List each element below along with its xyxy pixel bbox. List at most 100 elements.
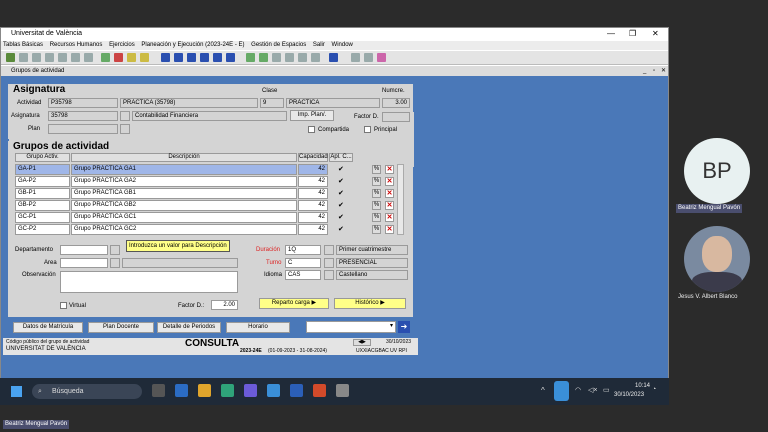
window-icon[interactable] [351,53,360,62]
save-icon[interactable] [6,53,15,62]
first-record-icon[interactable] [161,53,170,62]
powerpoint-icon[interactable] [313,384,326,397]
form-restore-icon[interactable]: ▫ [653,66,655,76]
table-row[interactable]: GA-P1 Grupo PRÁCTICA GA1 42 ✔ % ✕ [8,164,408,175]
grupo-desc-cell[interactable]: Grupo PRÁCTICA GA1 [71,164,297,175]
link-icon[interactable] [377,53,386,62]
turno-lov-button[interactable] [324,258,334,268]
grid-scrollbar[interactable] [397,164,404,235]
historico-button[interactable]: Histórico ▶ [334,298,406,309]
apl-checkbox[interactable]: ✔ [338,213,344,221]
plan-lov-button[interactable] [120,124,130,134]
close-icon[interactable]: ✕ [652,28,659,40]
percent-icon[interactable]: % [372,213,381,222]
microphone-icon[interactable] [554,381,569,401]
prev-record-icon[interactable] [187,53,196,62]
table-row[interactable]: GB-P2 Grupo PRÁCTICA GB2 42 ✔ % ✕ [8,200,408,211]
prev-block-icon[interactable] [174,53,183,62]
horario-button[interactable]: Horario [226,322,290,333]
list-icon[interactable] [272,53,281,62]
plan-docente-button[interactable]: Plan Docente [88,322,154,333]
percent-icon[interactable]: % [372,189,381,198]
asignatura-lov-button[interactable] [120,111,130,121]
duracion-lov-button[interactable] [324,245,334,255]
turno-field[interactable]: C [285,258,321,268]
datos-matricula-button[interactable]: Datos de Matrícula [13,322,83,333]
chevron-up-icon[interactable]: ^ [541,386,545,395]
notification-icon[interactable]: ◔ [652,386,656,393]
numcre-field[interactable]: 3.00 [382,98,410,108]
apl-checkbox[interactable]: ✔ [338,225,344,233]
delete-record-icon[interactable] [114,53,123,62]
reparto-carga-button[interactable]: Reparto carga ▶ [259,298,329,309]
grupo-desc-cell[interactable]: Grupo PRÁCTICA GB1 [71,188,297,199]
delete-icon[interactable]: ✕ [385,225,394,234]
compartida-checkbox[interactable] [308,126,315,133]
print-icon[interactable] [19,53,28,62]
apl-checkbox[interactable]: ✔ [338,177,344,185]
menu-item[interactable]: Ejercicios [109,42,135,48]
menu-item[interactable]: Recursos Humanos [50,42,103,48]
imp-plan-button[interactable]: Imp. Plan/. [290,110,334,121]
menu-item[interactable]: Salir [313,42,325,48]
grupo-desc-cell[interactable]: Grupo PRÁCTICA GA2 [71,176,297,187]
windows-start-icon[interactable] [11,386,22,397]
menu-item[interactable]: Gestión de Espacios [251,42,306,48]
info-icon[interactable] [329,53,338,62]
teams-icon[interactable] [244,384,257,397]
menu-item[interactable]: Planeación y Ejecución (2023-24E - E) [141,42,244,48]
wifi-icon[interactable]: ◠ [575,386,581,394]
departamento-field[interactable] [60,245,108,255]
grupo-code-cell[interactable]: GA-P1 [15,164,70,175]
chevron-down-icon[interactable]: ▾ [390,322,393,329]
grupo-code-cell[interactable]: GC-P2 [15,224,70,235]
apl-checkbox[interactable]: ✔ [338,189,344,197]
apl-checkbox[interactable]: ✔ [338,201,344,209]
lock-icon[interactable] [140,53,149,62]
last-record-icon[interactable] [226,53,235,62]
battery-icon[interactable]: ▭ [603,386,610,394]
plan-field[interactable] [48,124,118,134]
delete-icon[interactable]: ✕ [385,165,394,174]
duracion-field[interactable]: 1Q [285,245,321,255]
word-icon[interactable] [290,384,303,397]
speaker-icon[interactable]: ◁× [588,386,597,394]
virtual-checkbox[interactable] [60,302,67,309]
paste-icon[interactable] [71,53,80,62]
edit-icon[interactable] [127,53,136,62]
delete-icon[interactable]: ✕ [385,201,394,210]
principal-checkbox[interactable] [364,126,371,133]
minimize-icon[interactable]: — [607,28,615,40]
clase-num-field[interactable]: 9 [260,98,284,108]
idioma-lov-button[interactable] [324,270,334,280]
grupo-code-cell[interactable]: GC-P1 [15,212,70,223]
clase-name-field[interactable]: PRÁCTICA [286,98,380,108]
task-view-icon[interactable] [152,384,165,397]
grupo-cap-cell[interactable]: 42 [298,224,328,235]
menu-item[interactable]: Window [332,42,353,48]
clock-date[interactable]: 30/10/2023 [614,392,644,398]
file-explorer-icon[interactable] [198,384,211,397]
cut-icon[interactable] [45,53,54,62]
clock-time[interactable]: 10:14 [624,383,650,389]
factor-field[interactable] [382,112,410,122]
undo-icon[interactable] [32,53,41,62]
status-scroll-icon[interactable]: ◀▶ [353,339,371,346]
grupo-cap-cell[interactable]: 42 [298,200,328,211]
percent-icon[interactable]: % [372,165,381,174]
delete-icon[interactable]: ✕ [385,189,394,198]
delete-icon[interactable]: ✕ [385,177,394,186]
oracle-forms-icon[interactable] [336,384,349,397]
menu-item[interactable]: Tablas Básicas [3,42,43,48]
grupo-code-cell[interactable]: GB-P2 [15,200,70,211]
grupo-code-cell[interactable]: GB-P1 [15,188,70,199]
outlook-icon[interactable] [175,384,188,397]
app-icon[interactable] [267,384,280,397]
next-block-icon[interactable] [213,53,222,62]
export-icon[interactable] [364,53,373,62]
delete-icon[interactable]: ✕ [385,213,394,222]
clear-icon[interactable] [84,53,93,62]
asignatura-name-field[interactable]: Contabilidad Financiera [132,111,287,121]
grupo-desc-cell[interactable]: Grupo PRÁCTICA GB2 [71,200,297,211]
table-row[interactable]: GA-P2 Grupo PRÁCTICA GA2 42 ✔ % ✕ [8,176,408,187]
